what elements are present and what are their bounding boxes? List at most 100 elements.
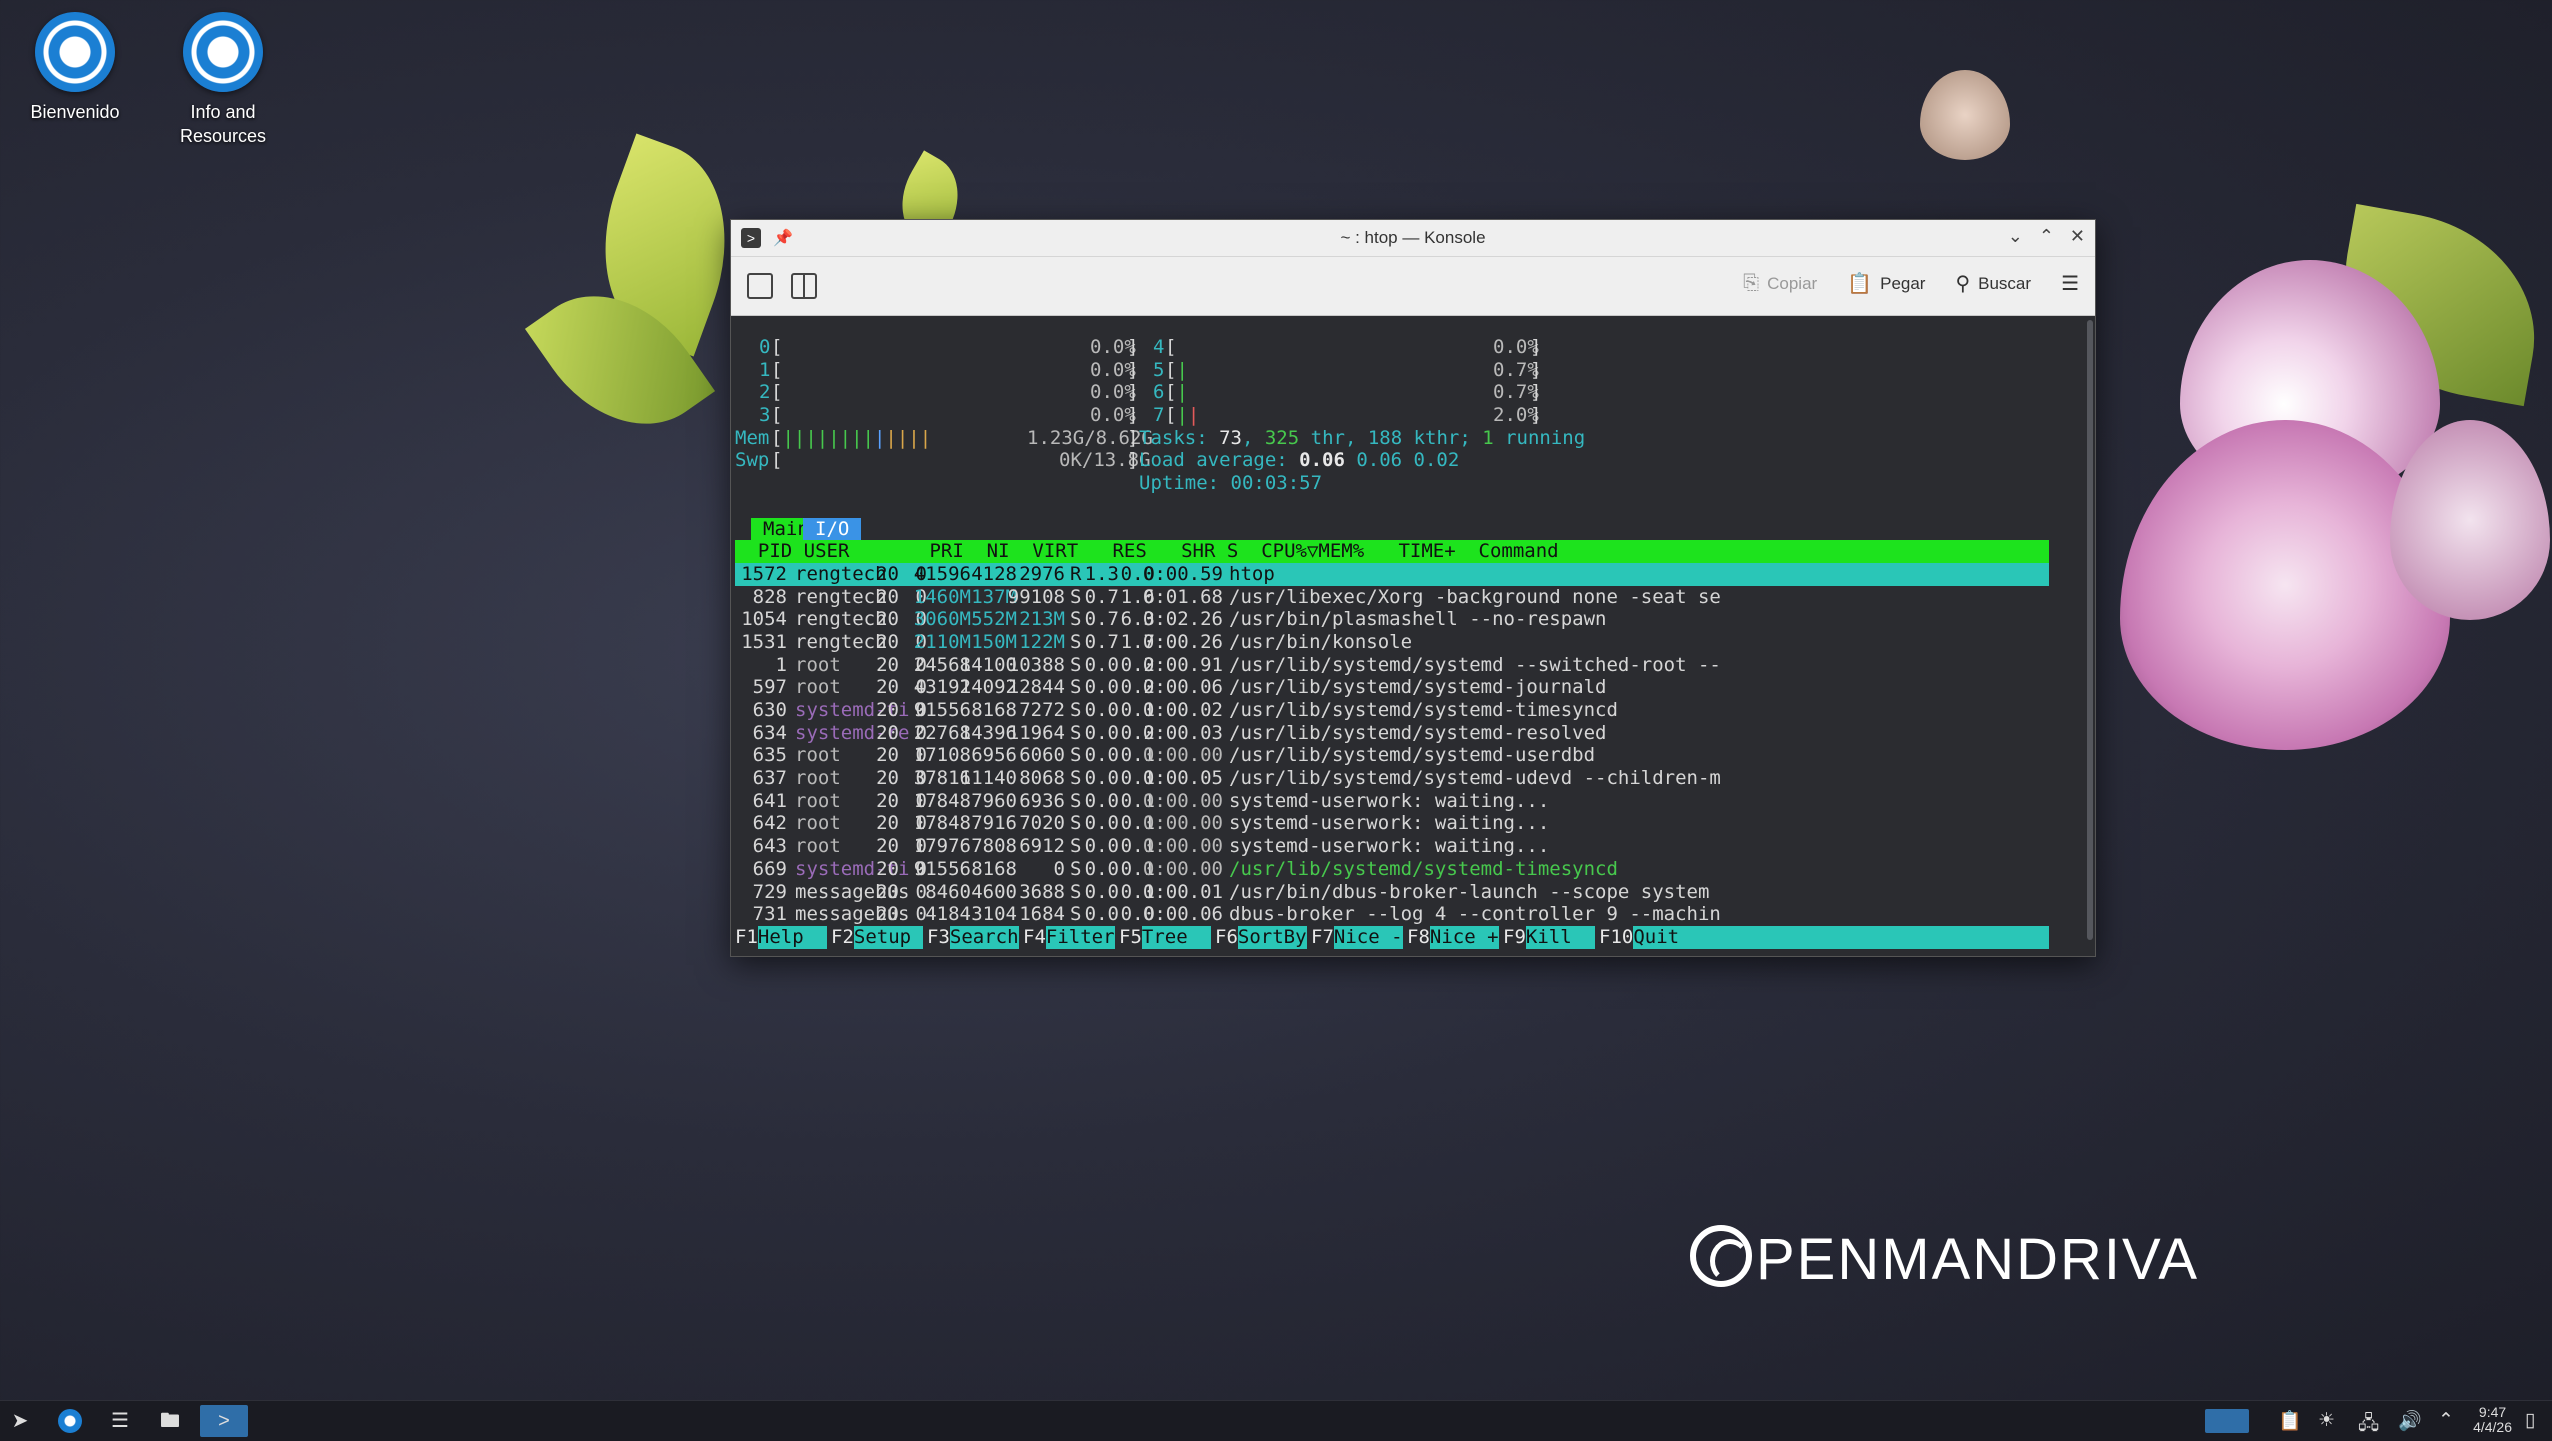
process-row[interactable]: 669 systemd-ti 20 0 91556 8168 0 S 0.0 0.1 0:00.00… (735, 858, 2069, 881)
process-res: 4128 (971, 562, 1017, 585)
paste-button[interactable]: 📋 Pegar (1847, 271, 1925, 296)
process-s: S (1070, 857, 1082, 880)
fkey-f5[interactable]: F5Tree (1119, 925, 1211, 949)
fkey-f9[interactable]: F9Kill (1503, 925, 1595, 949)
fkey-f7[interactable]: F7Nice - (1311, 925, 1403, 949)
process-cmd: /usr/bin/plasmashell --no-respawn (1229, 608, 1607, 631)
process-row[interactable]: 597 root 20 0 43192 14092 12844 S 0.0 0.2 0:00.06/… (735, 676, 2069, 699)
chevron-up-icon[interactable]: ⌃ (2438, 1409, 2454, 1432)
process-row[interactable]: 630 systemd-ti 20 0 91556 8168 7272 S 0.0 0.1 0:00… (735, 699, 2069, 722)
split-view-icon[interactable] (791, 273, 817, 299)
process-row[interactable]: 635 root 20 0 17108 6956 6060 S 0.0 0.1 0:00.00/us… (735, 744, 2069, 767)
fkey-key: F8 (1407, 925, 1430, 948)
process-s: S (1070, 835, 1082, 858)
cpu-id: 4 (1153, 336, 1165, 358)
fkey-key: F2 (831, 925, 854, 948)
process-res: 11140 (959, 767, 1017, 790)
copy-button[interactable]: ⎘ Copiar (1743, 272, 1817, 295)
process-pri: 20 (876, 857, 899, 880)
clock-time: 9:47 (2478, 1404, 2507, 1420)
virtual-desktop-pager[interactable] (2205, 1409, 2249, 1433)
process-row[interactable]: 729 messagebus 20 0 8460 4600 3688 S 0.0 0.1 0:00.… (735, 881, 2069, 904)
process-shr: 99108 (1007, 585, 1065, 608)
desktop-icon-info-resources[interactable]: Info and Resources (148, 0, 298, 148)
fkey-label: Quit (1633, 925, 2050, 949)
process-time: 0:00.00 (1142, 789, 1223, 812)
copy-icon: ⎘ (1743, 272, 1760, 294)
process-cpu: 0.0 (1084, 767, 1119, 790)
fkey-f2[interactable]: F2Setup (831, 925, 923, 949)
openmandriva-logo: PENMANDRIVA (1690, 1225, 2199, 1293)
close-icon[interactable]: ✕ (2070, 226, 2085, 247)
cpu-id: 2 (759, 381, 771, 404)
brightness-icon[interactable]: ☀ (2318, 1409, 2335, 1432)
network-icon[interactable]: 🖧 (2358, 1409, 2379, 1441)
process-row[interactable]: 634 systemd-re 20 0 22768 14396 11964 S 0.0 0.2 0:… (735, 722, 2069, 745)
cpu-id: 7 (1153, 404, 1165, 427)
file-manager-icon[interactable]: 🖿 (154, 1405, 186, 1437)
menu-button[interactable]: ☰ (2061, 271, 2079, 296)
process-row[interactable]: 643 root 20 0 17976 7808 6912 S 0.0 0.1 0:00.00 sys… (735, 835, 2069, 858)
process-row[interactable]: 1 root 20 0 24568 14100 10388 S 0.0 0.2 0:00.91/us… (735, 654, 2069, 677)
process-cpu: 0.0 (1084, 880, 1119, 903)
process-pid: 731 (752, 903, 787, 926)
desktop-icon-bienvenido[interactable]: Bienvenido (0, 0, 150, 124)
clock[interactable]: 9:47 4/4/26 (2473, 1405, 2512, 1435)
system-settings-icon[interactable]: ☰ (104, 1405, 136, 1437)
process-row[interactable]: 1531 rengtech 20 0 2110M 150M 122M S 0.7 1.7 0:00.… (735, 631, 2069, 654)
process-row[interactable]: 637 root 20 0 37816 11140 8068 S 0.0 0.1 0:00.05/u… (735, 767, 2069, 790)
volume-icon[interactable]: 🔊 (2398, 1409, 2422, 1433)
process-cpu: 0.7 (1084, 608, 1119, 631)
process-row[interactable]: 731 messagebus 20 0 4184 3104 1684 S 0.0 0.0 0:00.… (735, 903, 2069, 926)
fkey-f1[interactable]: F1Help (735, 925, 827, 949)
terminal-area[interactable]: 0[ 0.0%] 4[ 0.0%] 1[ 0.0%] 5 [| 0.7%] 2[ … (735, 316, 2069, 949)
process-cmd: htop (1229, 562, 1275, 585)
process-s: S (1070, 812, 1082, 835)
application-launcher-icon[interactable]: ➤ (4, 1405, 36, 1437)
window-titlebar[interactable]: > 📌 ~ : htop — Konsole ⌄ ⌃ ✕ (731, 220, 2095, 257)
process-res: 8168 (971, 699, 1017, 721)
fkey-key: F1 (735, 925, 758, 948)
fkey-label: Nice + (1429, 925, 1499, 949)
browser-icon[interactable] (54, 1405, 86, 1437)
process-pri: 20 (876, 630, 899, 653)
terminal-scrollbar[interactable] (2087, 320, 2093, 940)
minimize-icon[interactable]: ⌄ (2008, 226, 2023, 247)
fkey-f3[interactable]: F3Search (927, 925, 1019, 949)
maximize-icon[interactable]: ⌃ (2039, 226, 2054, 247)
fkey-f8[interactable]: F8Nice + (1407, 925, 1499, 949)
process-cmd: /usr/libexec/Xorg -background none -seat… (1229, 585, 1721, 608)
process-cpu: 0.7 (1084, 630, 1119, 653)
fkey-f6[interactable]: F6SortBy (1215, 925, 1307, 949)
search-button[interactable]: ⚲ Buscar (1955, 271, 2031, 296)
fkey-f4[interactable]: F4Filter (1023, 925, 1115, 949)
process-row[interactable]: 1054 rengtech 20 0 3060M 552M 213M S 0.7 6.3 0:02.… (735, 608, 2069, 631)
cpu-row: 0[ 0.0%] 4[ 0.0%] (759, 336, 1542, 358)
fkey-f10[interactable]: F10Quit (1599, 925, 2050, 949)
mem-row: Mem [||||||||||||| 1.23G/8.62G] Tasks: 73… (735, 426, 1586, 449)
process-res: 7916 (971, 812, 1017, 835)
process-pid: 635 (752, 744, 787, 767)
show-desktop-icon[interactable]: ▯ (2525, 1409, 2535, 1432)
process-row[interactable]: 641 root 20 0 17848 7960 6936 S 0.0 0.1 0:00.00 sys… (735, 790, 2069, 813)
tab-io[interactable]: I/O (803, 517, 862, 540)
process-table-header[interactable]: PID USER PRI NI VIRT RES SHR S CPU%▽MEM%… (735, 540, 2049, 563)
process-row[interactable]: 642 root 20 0 17848 7916 7020 S 0.0 0.1 0:00.00 sys… (735, 812, 2069, 835)
wallpaper-bud (1920, 70, 2010, 160)
taskbar: ➤ ☰ 🖿 > 📋 ☀ 🖧 🔊 ⌃ 9:47 4/4/26 ▯ (0, 1400, 2552, 1441)
process-time: 0:00.06 (1142, 676, 1223, 699)
cpu-row: 2[ 0.0%] 6 [| 0.7%] (759, 381, 1542, 404)
konsole-task-button[interactable]: > (200, 1405, 248, 1437)
process-user: rengtech (795, 585, 887, 608)
process-row[interactable]: 1572 rengtech 20 0 41596 4128 2976 R 1.3 0.0 0:00.… (735, 562, 2049, 586)
clipboard-icon[interactable]: 📋 (2278, 1409, 2302, 1433)
fkey-key: F6 (1215, 925, 1238, 948)
process-cmd: /usr/lib/systemd/systemd-userdbd (1229, 744, 1596, 767)
pin-icon[interactable]: 📌 (773, 228, 793, 248)
process-row[interactable]: 828 rengtech 20 0 1460M 137M 99108 S 0.7 1.6 0:01.… (735, 586, 2069, 609)
paste-label: Pegar (1880, 273, 1926, 293)
process-cmd: /usr/lib/systemd/systemd-timesyncd (1229, 699, 1618, 721)
process-pid: 642 (752, 812, 787, 835)
new-tab-icon[interactable] (747, 273, 773, 299)
